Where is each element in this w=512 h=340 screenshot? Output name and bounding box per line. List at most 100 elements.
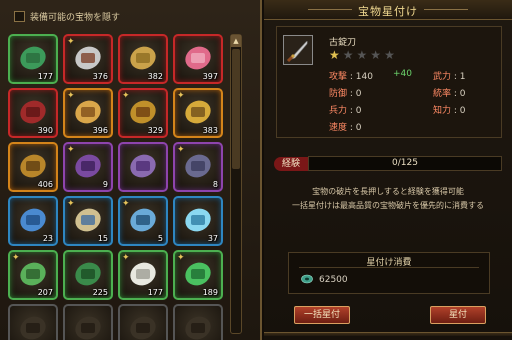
red-book-icon: [20, 100, 46, 124]
golden-tome-icon: [130, 100, 156, 124]
fragment-badge-icon: ✦: [122, 91, 130, 101]
slot-count: 8: [212, 180, 218, 189]
blank-slot-icon: [20, 316, 46, 340]
hide-equippable-checkbox[interactable]: [14, 10, 25, 22]
slot-count: 37: [207, 234, 218, 243]
panel-title-bar: 宝物星付け: [264, 0, 512, 20]
slot-count: 225: [92, 288, 108, 297]
blue-scroll-icon: [75, 208, 101, 232]
slot-count: 382: [147, 72, 163, 81]
fragment-badge-icon: ✦: [67, 37, 75, 47]
slot-count: 177: [147, 288, 163, 297]
treasure-slot[interactable]: [118, 304, 168, 340]
treasure-grid: 177 ✦ 376 382 397 390 ✦ 396 ✦ 329 ✦ 383 406 ✦ 9 ✦ 8 23 ✦ 15…: [8, 34, 226, 340]
treasure-slot[interactable]: [173, 304, 223, 340]
slot-count: 189: [202, 288, 218, 297]
slot-count: 9: [102, 180, 108, 189]
fragment-badge-icon: ✦: [67, 199, 75, 209]
fragment-badge-icon: ✦: [67, 91, 75, 101]
item-info-box: 古錠刀 ★ ★ ★ ★ ★ 攻撃 : 140 +40 防御 : 0 兵力 : 0 速度 …: [276, 26, 502, 138]
slot-count: 390: [37, 126, 53, 135]
treasure-slot[interactable]: 37: [173, 196, 223, 246]
slot-count: 5: [157, 234, 163, 243]
green-book-icon: [75, 262, 101, 286]
fragment-badge-icon: ✦: [67, 145, 75, 155]
stat-intellect: 知力 : 0: [433, 106, 466, 116]
treasure-slot[interactable]: 406: [8, 142, 58, 192]
bulk-star-up-button[interactable]: 一括星付: [294, 306, 350, 324]
panel-title: 宝物星付け: [358, 5, 418, 18]
slot-count: 329: [147, 126, 163, 135]
exp-label: 経験: [274, 157, 308, 171]
treasure-slot[interactable]: 390: [8, 88, 58, 138]
slot-count: 397: [202, 72, 218, 81]
slot-count: 376: [92, 72, 108, 81]
treasure-inventory-panel: 装備可能の宝物を隠す 177 ✦ 376 382 397 390 ✦ 396 ✦ 329 ✦ 383 4…: [0, 0, 262, 340]
stat-force: 武力 : 1: [433, 72, 466, 82]
treasure-slot[interactable]: [8, 304, 58, 340]
treasure-slot[interactable]: 177: [8, 34, 58, 84]
purple-book-icon: [75, 154, 101, 178]
treasure-slot[interactable]: ✦ 396: [63, 88, 113, 138]
scroll-up-arrow-icon[interactable]: ▲: [231, 35, 241, 47]
treasure-slot[interactable]: 225: [63, 250, 113, 300]
treasure-slot[interactable]: 23: [8, 196, 58, 246]
star-icon: ★: [384, 48, 395, 62]
hide-equippable-toggle[interactable]: 装備可能の宝物を隠す: [14, 9, 120, 23]
blank-slot-icon: [185, 316, 211, 340]
fragment-badge-icon: ✦: [177, 91, 185, 101]
treasure-slot[interactable]: ✦ 376: [63, 34, 113, 84]
golden-armor-icon: [185, 100, 211, 124]
slot-count: 23: [42, 234, 53, 243]
treasure-slot[interactable]: 382: [118, 34, 168, 84]
cost-divider: [299, 267, 479, 268]
hide-equippable-label: 装備可能の宝物を隠す: [30, 12, 121, 23]
slot-count: 383: [202, 126, 218, 135]
star-icon: ★: [329, 48, 340, 62]
jade-scroll-icon: [20, 46, 46, 70]
crystal-orb-icon: [185, 208, 211, 232]
stat-attack: 攻撃 : 140: [329, 72, 373, 82]
item-name: 古錠刀: [329, 38, 357, 48]
white-robe-icon: [130, 262, 156, 286]
treasure-slot[interactable]: ✦ 329: [118, 88, 168, 138]
treasure-slot[interactable]: ✦ 189: [173, 250, 223, 300]
fragment-badge-icon: ✦: [177, 145, 185, 155]
bronze-coin-icon: [20, 154, 46, 178]
treasure-slot[interactable]: ✦ 383: [173, 88, 223, 138]
treasure-slot[interactable]: ✦ 177: [118, 250, 168, 300]
star-icon: ★: [370, 48, 382, 62]
blue-crossbow-icon: [20, 208, 46, 232]
star-icon: ★: [342, 48, 354, 62]
cost-value: 62500: [319, 275, 348, 285]
treasure-slot[interactable]: [63, 304, 113, 340]
treasure-slot[interactable]: [118, 142, 168, 192]
slot-count: 406: [37, 180, 53, 189]
purple-vase-icon: [185, 154, 211, 178]
exp-progress-bar: 0/125: [308, 156, 502, 171]
item-star-rating: ★ ★ ★ ★ ★: [329, 48, 395, 62]
treasure-slot[interactable]: ✦ 15: [63, 196, 113, 246]
exp-progress-text: 0/125: [392, 158, 418, 168]
stat-command: 統率 : 0: [433, 89, 466, 99]
blue-dagger-icon: [130, 208, 156, 232]
treasure-slot[interactable]: ✦ 207: [8, 250, 58, 300]
stat-speed: 速度 : 0: [329, 123, 362, 133]
description-line-1: 宝物の破片を長押しすると経験を獲得可能: [312, 187, 464, 196]
star-up-button[interactable]: 星付: [430, 306, 486, 324]
slot-count: 396: [92, 126, 108, 135]
stat-attack-bonus: +40: [393, 69, 412, 79]
inventory-scrollbar[interactable]: ▲: [230, 34, 242, 334]
slot-count: 15: [97, 234, 108, 243]
treasure-slot[interactable]: 397: [173, 34, 223, 84]
golden-bow-icon: [75, 100, 101, 124]
title-ornament-right: [424, 9, 468, 10]
slot-count: 207: [37, 288, 53, 297]
golden-map-icon: [130, 46, 156, 70]
treasure-slot[interactable]: ✦ 9: [63, 142, 113, 192]
scroll-thumb[interactable]: [232, 49, 240, 169]
fragment-badge-icon: ✦: [177, 253, 185, 263]
pink-peony-icon: [185, 46, 211, 70]
treasure-slot[interactable]: ✦ 8: [173, 142, 223, 192]
treasure-slot[interactable]: ✦ 5: [118, 196, 168, 246]
